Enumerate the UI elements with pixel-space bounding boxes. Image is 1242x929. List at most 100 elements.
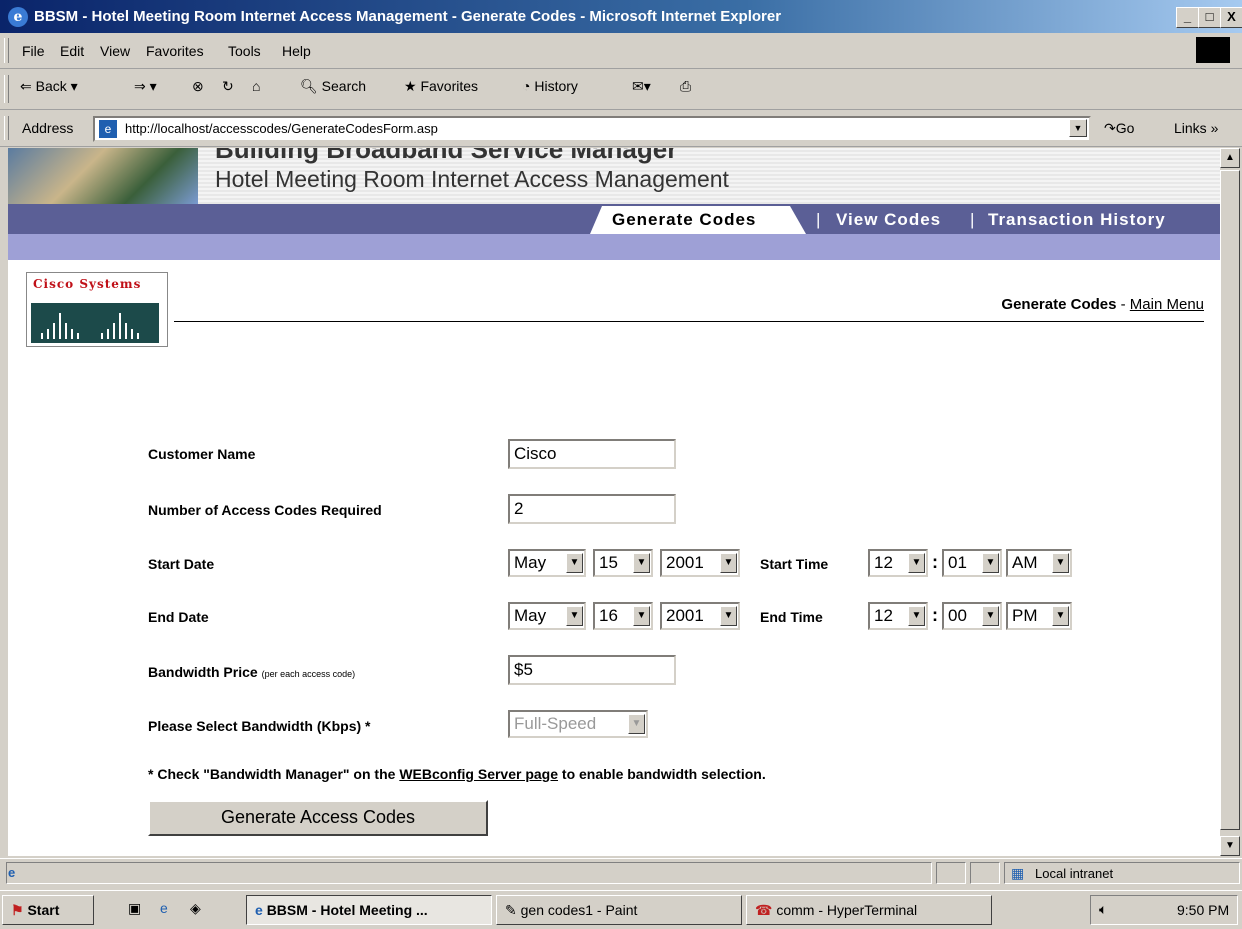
- ie-quicklaunch-icon[interactable]: e: [160, 900, 168, 916]
- start-year-value: 2001: [666, 553, 704, 572]
- menu-edit[interactable]: Edit: [60, 43, 84, 59]
- price-label: Bandwidth Price (per each access code): [148, 664, 355, 680]
- end-year-select[interactable]: 2001 ▼: [660, 602, 740, 630]
- task-hyperterminal[interactable]: ☎ comm - HyperTerminal: [746, 895, 992, 925]
- banner-image: [8, 148, 198, 204]
- links-button[interactable]: Links »: [1174, 120, 1218, 136]
- bandwidth-label: Please Select Bandwidth (Kbps) *: [148, 718, 371, 734]
- task-ie-label: BBSM - Hotel Meeting ...: [266, 902, 428, 918]
- start-hour-value: 12: [874, 553, 893, 572]
- price-input[interactable]: $5: [508, 655, 676, 685]
- stop-icon[interactable]: ⊗: [192, 78, 204, 95]
- page-icon: e: [99, 120, 117, 138]
- menu-help[interactable]: Help: [282, 43, 311, 59]
- task-paint[interactable]: ✎ gen codes1 - Paint: [496, 895, 742, 925]
- banner-title: Building Broadband Service Manager: [215, 148, 678, 164]
- address-url: http://localhost/accesscodes/GenerateCod…: [125, 121, 438, 136]
- show-desktop-icon[interactable]: ▣: [128, 900, 141, 917]
- customer-name-input[interactable]: Cisco: [508, 439, 676, 469]
- breadcrumb-sep: -: [1120, 296, 1126, 313]
- restore-button[interactable]: □: [1198, 7, 1221, 28]
- tab-generate-codes[interactable]: Generate Codes: [612, 210, 756, 230]
- end-hour-select[interactable]: 12 ▼: [868, 602, 928, 630]
- price-note: (per each access code): [261, 669, 356, 679]
- vertical-scrollbar[interactable]: ▲ ▼: [1220, 148, 1240, 856]
- intranet-icon: ▦: [1011, 865, 1025, 881]
- mail-button[interactable]: ✉▾: [632, 78, 651, 95]
- tab-transaction-history[interactable]: Transaction History: [988, 210, 1166, 230]
- menu-view[interactable]: View: [100, 43, 130, 59]
- bandwidth-select[interactable]: Full-Speed ▼: [508, 710, 648, 738]
- search-label: Search: [321, 78, 367, 94]
- chevron-down-icon: ▼: [566, 606, 583, 626]
- print-icon[interactable]: ⎙: [680, 78, 691, 95]
- ie-icon: e: [8, 7, 28, 27]
- end-minute-value: 00: [948, 606, 967, 625]
- scroll-thumb[interactable]: [1220, 170, 1240, 830]
- search-button[interactable]: 🔍︎ Search: [300, 78, 366, 95]
- chevron-down-icon: ▼: [1052, 553, 1069, 573]
- end-month-select[interactable]: May ▼: [508, 602, 586, 630]
- volume-icon[interactable]: 🔈︎: [1099, 901, 1107, 918]
- scroll-up-icon[interactable]: ▲: [1220, 148, 1240, 168]
- favorites-button[interactable]: ★ Favorites: [404, 78, 478, 95]
- toolbar-grip: [4, 116, 9, 140]
- time-colon: :: [932, 552, 938, 572]
- num-codes-input[interactable]: 2: [508, 494, 676, 524]
- chevron-down-icon: ▼: [982, 553, 999, 573]
- task-hyperterminal-label: comm - HyperTerminal: [776, 902, 918, 918]
- start-minute-select[interactable]: 01 ▼: [942, 549, 1002, 577]
- chevron-down-icon: ▼: [633, 606, 650, 626]
- bandwidth-value: Full-Speed: [514, 714, 597, 733]
- start-month-select[interactable]: May ▼: [508, 549, 586, 577]
- end-day-select[interactable]: 16 ▼: [593, 602, 653, 630]
- end-day-value: 16: [599, 606, 618, 625]
- customer-name-label: Customer Name: [148, 446, 256, 462]
- menu-file[interactable]: File: [22, 43, 45, 59]
- tab-view-codes[interactable]: View Codes: [836, 210, 941, 230]
- system-tray: 🔈︎ 9:50 PM: [1090, 895, 1238, 925]
- chevron-down-icon: ▼: [566, 553, 583, 573]
- task-ie[interactable]: e BBSM - Hotel Meeting ...: [246, 895, 492, 925]
- end-hour-value: 12: [874, 606, 893, 625]
- end-ampm-select[interactable]: PM ▼: [1006, 602, 1072, 630]
- start-hour-select[interactable]: 12 ▼: [868, 549, 928, 577]
- history-button[interactable]: ◔ History: [522, 78, 578, 94]
- banner-subtitle: Hotel Meeting Room Internet Access Manag…: [215, 166, 729, 192]
- refresh-icon[interactable]: ↻: [222, 78, 234, 95]
- minimize-button[interactable]: _: [1176, 7, 1199, 28]
- clock: 9:50 PM: [1177, 902, 1230, 918]
- close-button[interactable]: X: [1220, 7, 1242, 28]
- menu-tools[interactable]: Tools: [228, 43, 261, 59]
- channels-icon[interactable]: ◈: [190, 900, 201, 917]
- start-button[interactable]: ⚑ Start: [2, 895, 94, 925]
- menu-favorites[interactable]: Favorites: [146, 43, 204, 59]
- scroll-down-icon[interactable]: ▼: [1220, 836, 1240, 856]
- chevron-down-icon: ▼: [633, 553, 650, 573]
- address-input[interactable]: e http://localhost/accesscodes/GenerateC…: [93, 116, 1091, 142]
- nav-separator: |: [816, 210, 822, 229]
- go-label: Go: [1115, 120, 1135, 136]
- start-year-select[interactable]: 2001 ▼: [660, 549, 740, 577]
- back-arrow-icon: ⇐: [20, 78, 32, 94]
- end-minute-select[interactable]: 00 ▼: [942, 602, 1002, 630]
- webconfig-link[interactable]: WEBconfig Server page: [399, 766, 558, 782]
- generate-access-codes-button[interactable]: Generate Access Codes: [148, 800, 488, 836]
- window-title: BBSM - Hotel Meeting Room Internet Acces…: [34, 8, 782, 25]
- address-dropdown-icon[interactable]: ▼: [1069, 119, 1087, 137]
- forward-button[interactable]: ⇒ ▾: [134, 78, 157, 95]
- start-day-select[interactable]: 15 ▼: [593, 549, 653, 577]
- main-menu-link[interactable]: Main Menu: [1130, 296, 1204, 313]
- start-ampm-select[interactable]: AM ▼: [1006, 549, 1072, 577]
- start-month-value: May: [514, 553, 547, 572]
- title-bar: e BBSM - Hotel Meeting Room Internet Acc…: [0, 0, 1242, 33]
- back-button[interactable]: ⇐ Back ▾: [20, 78, 78, 95]
- status-text-pane: [6, 862, 932, 884]
- header-rule: [174, 321, 1204, 322]
- search-icon: 🔍︎: [300, 78, 318, 94]
- bandwidth-footnote: * Check "Bandwidth Manager" on the WEBco…: [148, 766, 766, 782]
- home-icon[interactable]: ⌂: [252, 78, 260, 94]
- go-button[interactable]: ↷Go: [1104, 120, 1134, 137]
- address-bar: Address e http://localhost/accesscodes/G…: [0, 110, 1242, 147]
- forward-arrow-icon: ⇒: [134, 78, 146, 94]
